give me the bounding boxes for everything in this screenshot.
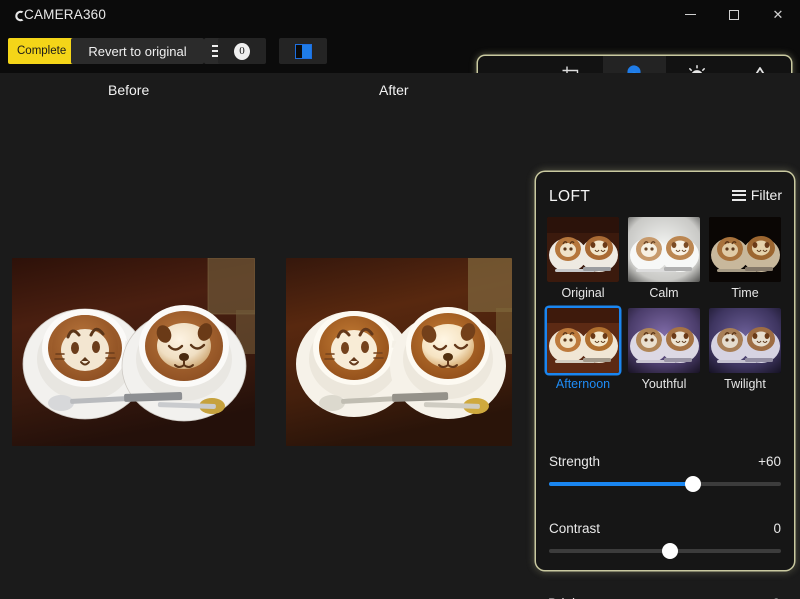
filter-label: Original <box>561 286 605 300</box>
panel-title: LOFT <box>549 188 591 205</box>
editor-workspace: Before After LOFT Filter Original Calm T… <box>0 73 800 599</box>
strength-slider-block: Strength +60 <box>549 454 781 492</box>
camera-logo-icon <box>12 9 25 23</box>
filter-panel: LOFT Filter Original Calm Time Afternoon… <box>536 172 794 570</box>
filter-item-twilight[interactable]: Twilight <box>709 308 781 391</box>
filter-label: Calm <box>649 286 679 300</box>
filter-list-icon <box>731 189 746 201</box>
strength-value: +60 <box>758 454 781 469</box>
filter-label: Afternoon <box>555 377 611 391</box>
title-bar: CAMERA360 ✕ <box>0 0 800 29</box>
contrast-slider-track[interactable] <box>549 543 781 559</box>
contrast-label: Contrast <box>549 521 601 536</box>
rotation-value-badge: 0 <box>234 42 250 60</box>
filter-thumbnail <box>709 217 781 282</box>
complete-button[interactable]: Complete <box>8 38 76 64</box>
edit-toolbar: Complete Revert to original 0 <box>0 29 800 101</box>
filter-item-youthful[interactable]: Youthful <box>628 308 700 391</box>
strength-header: Strength +60 <box>549 454 781 469</box>
window-controls: ✕ <box>668 0 800 29</box>
before-photo[interactable] <box>12 258 255 446</box>
filter-label: Twilight <box>724 377 766 391</box>
maximize-icon <box>729 9 739 20</box>
revert-to-original-button[interactable]: Revert to original <box>71 38 204 64</box>
minimize-button[interactable] <box>668 0 712 29</box>
after-label: After <box>379 82 409 98</box>
filter-label: Time <box>731 286 759 300</box>
close-button[interactable]: ✕ <box>756 0 800 29</box>
panel-header: LOFT Filter <box>536 186 794 208</box>
revert-label: Revert to original <box>88 43 187 59</box>
strength-slider-thumb[interactable] <box>684 476 701 492</box>
minimize-icon <box>684 14 696 15</box>
app-brand: CAMERA360 <box>12 7 106 22</box>
complete-label: Complete <box>17 45 67 57</box>
compare-split-button[interactable] <box>279 38 327 64</box>
strength-label: Strength <box>549 454 601 469</box>
split-view-icon <box>294 43 312 59</box>
strength-slider-track[interactable] <box>549 476 781 492</box>
filter-item-original[interactable]: Original <box>547 217 619 300</box>
filter-thumbnail <box>628 217 700 282</box>
after-photo[interactable] <box>286 258 512 446</box>
filter-item-time[interactable]: Time <box>709 217 781 300</box>
filter-item-calm[interactable]: Calm <box>628 217 700 300</box>
filter-thumbnail <box>547 217 619 282</box>
contrast-slider-thumb[interactable] <box>661 543 678 559</box>
filter-menu-button[interactable]: Filter <box>731 187 782 203</box>
contrast-value: 0 <box>773 521 781 536</box>
rotation-reset-button[interactable]: 0 <box>218 38 266 64</box>
filter-thumbnail <box>547 308 619 373</box>
contrast-slider-block: Contrast 0 <box>549 521 781 559</box>
filter-label: Youthful <box>641 377 687 391</box>
strength-slider-fill <box>549 482 693 486</box>
filter-menu-label: Filter <box>750 187 782 203</box>
maximize-button[interactable] <box>712 0 756 29</box>
contrast-header: Contrast 0 <box>549 521 781 536</box>
filter-thumbnail <box>709 308 781 373</box>
app-title: CAMERA360 <box>24 7 107 22</box>
before-label: Before <box>108 82 150 98</box>
filter-thumbnail <box>628 308 700 373</box>
close-icon: ✕ <box>772 7 784 22</box>
camera360-window: CAMERA360 ✕ Complete Revert to original … <box>0 0 800 599</box>
filter-grid: Original Calm Time Afternoon Youthful Tw… <box>547 217 783 391</box>
filter-item-afternoon[interactable]: Afternoon <box>547 308 619 391</box>
